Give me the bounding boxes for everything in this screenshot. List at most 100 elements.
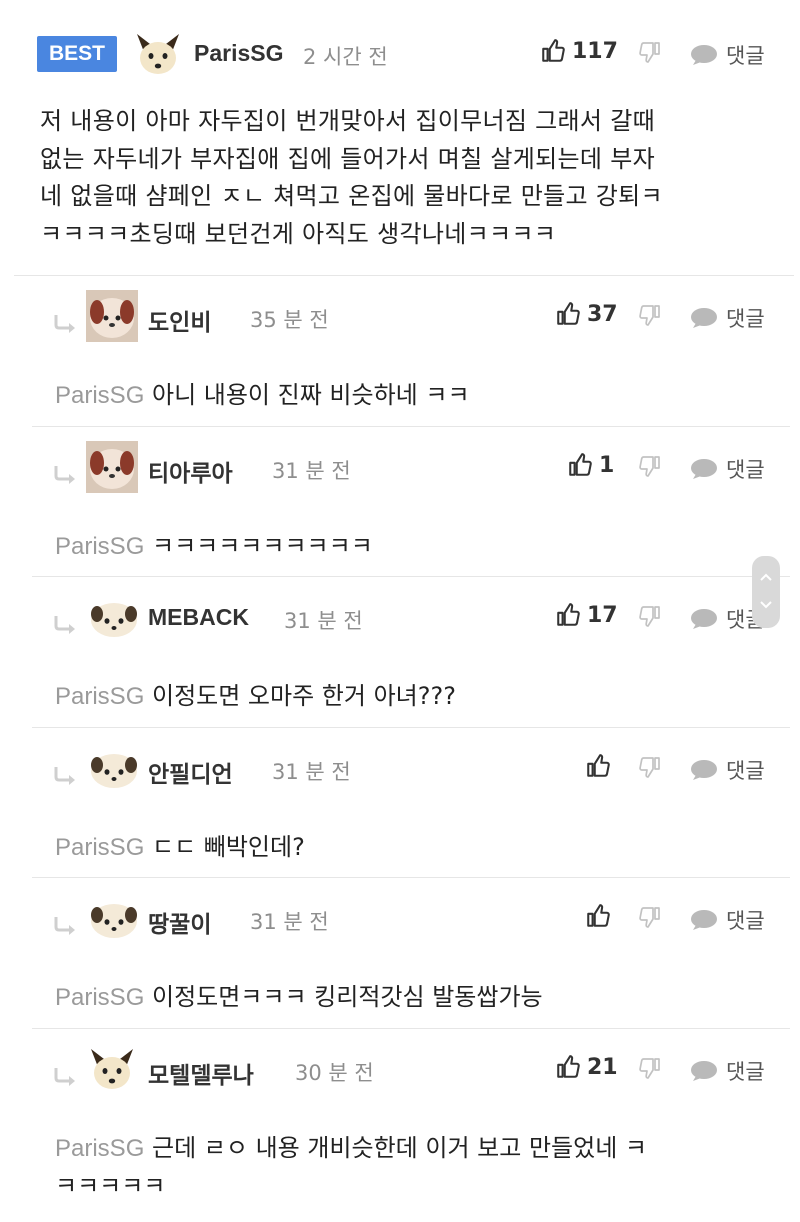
scroll-handle-icon[interactable]	[752, 556, 780, 628]
reply-arrow-icon	[52, 614, 78, 636]
username[interactable]: ParisSG	[194, 40, 284, 67]
avatar[interactable]	[88, 592, 140, 644]
comment-button[interactable]: 댓글	[690, 303, 765, 333]
thumbs-up-icon	[585, 753, 611, 779]
thumbs-up-icon	[585, 903, 611, 929]
reply-arrow-icon	[52, 464, 78, 486]
reply-arrow-icon	[52, 765, 78, 787]
comment-body: 저 내용이 아마 자두집이 번개맞아서 집이무너짐 그래서 갈때 없는 자두네가…	[40, 103, 770, 253]
like-count: 1	[599, 452, 615, 478]
avatar[interactable]	[132, 28, 184, 80]
timestamp: 31 분 전	[250, 910, 329, 934]
comment-line: 없는 자두네가 부자집애 집에 들어가서 며칠 살게되는데 부자	[40, 144, 656, 173]
like-count: 21	[587, 1054, 618, 1080]
speech-bubble-icon	[690, 909, 718, 931]
avatar[interactable]	[88, 893, 140, 945]
like-button[interactable]: 1	[567, 452, 614, 478]
comment-line: 저 내용이 아마 자두집이 번개맞아서 집이무너짐 그래서 갈때	[40, 107, 656, 135]
thumbs-down-icon[interactable]	[638, 604, 662, 628]
timestamp: 2 시간 전	[303, 45, 388, 69]
reply-arrow-icon	[52, 1066, 78, 1088]
reply-arrow-icon	[52, 915, 78, 937]
username[interactable]: 모텔델루나	[148, 1056, 254, 1090]
timestamp: 35 분 전	[250, 308, 329, 332]
thumbs-up-icon	[555, 1054, 581, 1080]
mention[interactable]: ParisSG	[55, 834, 144, 861]
reply-item: 도인비 35 분 전 37 댓글 ParisSG 아니 내용이 진짜 비슷하네 …	[0, 275, 800, 426]
thumbs-down-icon[interactable]	[638, 755, 662, 779]
comment-button[interactable]: 댓글	[690, 40, 765, 70]
comment-label: 댓글	[726, 909, 765, 933]
comment-button[interactable]: 댓글	[690, 905, 765, 935]
username[interactable]: 티아루아	[148, 454, 233, 488]
thumbs-down-icon[interactable]	[638, 454, 662, 478]
like-button[interactable]: 21	[555, 1054, 618, 1080]
thumbs-down-icon[interactable]	[638, 303, 662, 327]
comment-button[interactable]: 댓글	[690, 454, 765, 484]
avatar[interactable]	[88, 743, 140, 795]
comment-label: 댓글	[726, 44, 765, 68]
best-comment: BEST ParisSG 2 시간 전 117 댓글 저 내용이 아마 자두집이…	[0, 0, 800, 278]
reply-item: 티아루아 31 분 전 1 댓글 ParisSG ㅋㅋㅋㅋㅋㅋㅋㅋㅋㅋ	[0, 426, 800, 576]
username[interactable]: 땅꿀이	[148, 905, 211, 939]
mention[interactable]: ParisSG	[55, 1135, 144, 1162]
comment-button[interactable]: 댓글	[690, 1056, 765, 1086]
reply-text: ParisSG 근데 ㄹㅇ 내용 개비슷한데 이거 보고 만들었네 ㅋ	[55, 1128, 647, 1163]
thumbs-up-icon	[540, 38, 566, 64]
speech-bubble-icon	[690, 1060, 718, 1082]
mention[interactable]: ParisSG	[55, 533, 144, 560]
reply-item: 모텔델루나 30 분 전 21 댓글 ParisSG 근데 ㄹㅇ 내용 개비슷한…	[0, 1028, 800, 1222]
timestamp: 31 분 전	[272, 760, 351, 784]
reply-item: MEBACK 31 분 전 17 댓글 ParisSG 이정도면 오마주 한거 …	[0, 576, 800, 727]
thumbs-down-icon[interactable]	[638, 905, 662, 929]
like-button[interactable]	[585, 753, 617, 779]
speech-bubble-icon	[690, 759, 718, 781]
timestamp: 31 분 전	[284, 609, 363, 633]
thumbs-down-icon[interactable]	[638, 1056, 662, 1080]
like-button[interactable]	[585, 903, 617, 929]
like-count: 17	[587, 602, 618, 628]
reply-body: 이정도면ㅋㅋㅋ 킹리적갓심 발동쌉가능	[144, 983, 543, 1011]
username[interactable]: 도인비	[148, 303, 211, 337]
speech-bubble-icon	[690, 44, 718, 66]
username[interactable]: 안필디언	[148, 755, 233, 789]
reply-text: ParisSG ㅋㅋㅋㅋㅋㅋㅋㅋㅋㅋ	[55, 526, 373, 561]
avatar[interactable]	[86, 1043, 138, 1095]
chevron-icons	[760, 573, 772, 609]
reply-body: ㄷㄷ 빼박인데?	[144, 833, 305, 861]
reply-text: ParisSG ㄷㄷ 빼박인데?	[55, 827, 305, 862]
speech-bubble-icon	[690, 458, 718, 480]
username[interactable]: MEBACK	[148, 604, 249, 631]
mention[interactable]: ParisSG	[55, 984, 144, 1011]
reply-text: ParisSG 이정도면ㅋㅋㅋ 킹리적갓심 발동쌉가능	[55, 977, 543, 1012]
comment-label: 댓글	[726, 759, 765, 783]
mention[interactable]: ParisSG	[55, 683, 144, 710]
best-badge: BEST	[37, 36, 117, 72]
like-button[interactable]: 17	[555, 602, 618, 628]
comment-line: 네 없을때 샴페인 ㅈㄴ 쳐먹고 온집에 물바다로 만들고 강퇴ㅋ	[40, 182, 663, 210]
reply-text: ParisSG 아니 내용이 진짜 비슷하네 ㅋㅋ	[55, 375, 470, 410]
reply-body: 근데 ㄹㅇ 내용 개비슷한데 이거 보고 만들었네 ㅋ	[144, 1134, 647, 1162]
reply-body: ㅋㅋㅋㅋㅋㅋㅋㅋㅋㅋ	[144, 532, 373, 560]
comment-label: 댓글	[726, 458, 765, 482]
reply-item: 안필디언 31 분 전 댓글 ParisSG ㄷㄷ 빼박인데?	[0, 727, 800, 877]
reply-text: ParisSG 이정도면 오마주 한거 아녀???	[55, 676, 456, 711]
reply-arrow-icon	[52, 313, 78, 335]
like-button[interactable]: 117	[540, 38, 618, 64]
mention[interactable]: ParisSG	[55, 382, 144, 409]
comment-button[interactable]: 댓글	[690, 755, 765, 785]
thumbs-up-icon	[555, 301, 581, 327]
avatar[interactable]	[86, 441, 138, 493]
reply-body: 아니 내용이 진짜 비슷하네 ㅋㅋ	[144, 381, 470, 409]
like-button[interactable]: 37	[555, 301, 618, 327]
timestamp: 31 분 전	[272, 459, 351, 483]
thumbs-down-icon[interactable]	[638, 40, 662, 64]
speech-bubble-icon	[690, 307, 718, 329]
like-count: 37	[587, 301, 618, 327]
comment-label: 댓글	[726, 1060, 765, 1084]
comment-label: 댓글	[726, 307, 765, 331]
speech-bubble-icon	[690, 608, 718, 630]
timestamp: 30 분 전	[295, 1061, 374, 1085]
avatar[interactable]	[86, 290, 138, 342]
reply-text-continued: ㅋㅋㅋㅋㅋ	[55, 1172, 166, 1200]
